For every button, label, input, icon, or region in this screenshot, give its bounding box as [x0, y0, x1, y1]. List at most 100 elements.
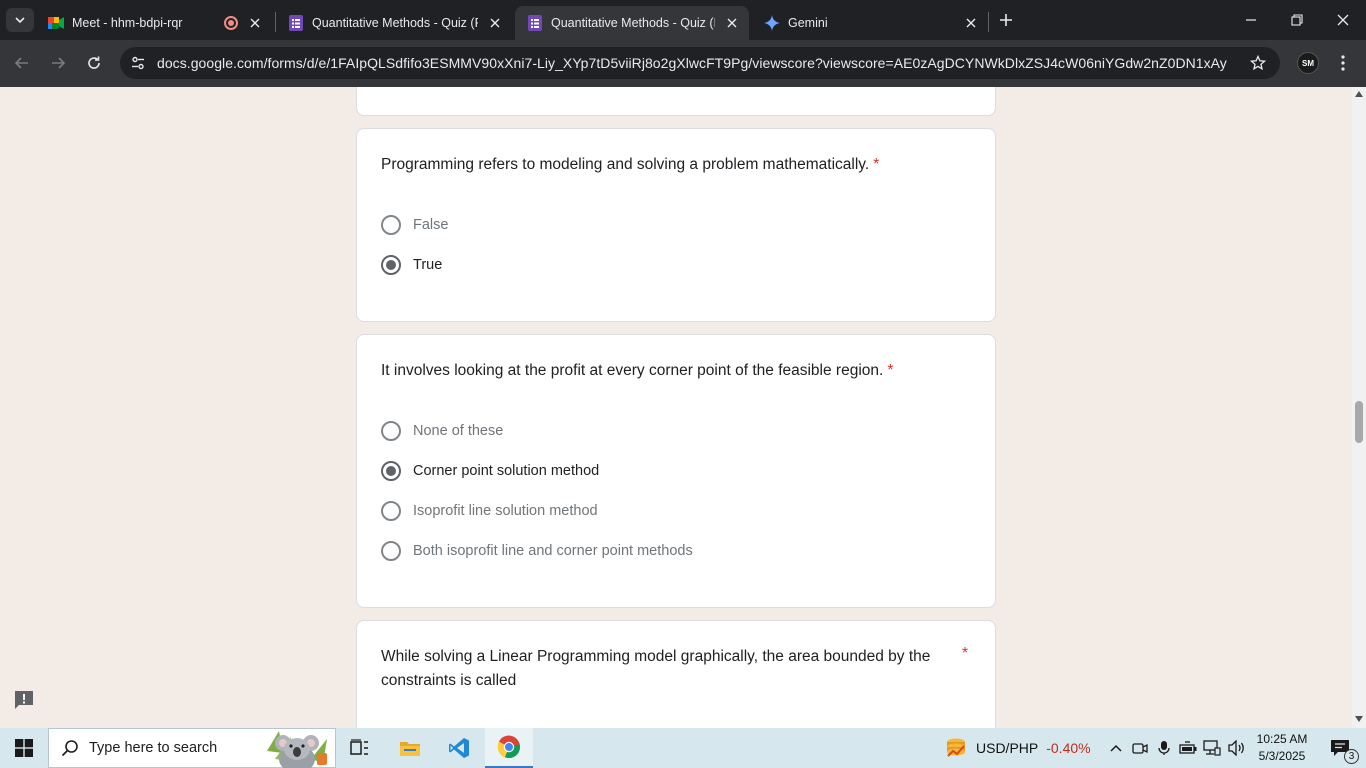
show-hidden-icons-button[interactable] [1106, 728, 1126, 768]
feedback-icon [15, 691, 33, 709]
tab-title: Gemini [788, 16, 828, 30]
tab-gemini[interactable]: Gemini [752, 6, 988, 40]
scroll-up-arrow-icon[interactable] [1355, 91, 1363, 97]
site-info-icon[interactable] [124, 49, 152, 77]
windows-taskbar: Type here to search USD/PHP -0.40% 10:25… [0, 728, 1366, 768]
camera-icon [1132, 743, 1148, 754]
radio-option[interactable]: Both isoprofit line and corner point met… [381, 539, 693, 563]
question-card: Programming refers to modeling and solvi… [356, 128, 996, 322]
close-icon[interactable] [246, 14, 264, 32]
option-label: False [413, 217, 449, 233]
taskbar-search-box[interactable]: Type here to search [48, 728, 336, 768]
chart-coins-icon [947, 738, 965, 757]
new-tab-button[interactable] [994, 8, 1018, 32]
tab-meet[interactable]: Meet - hhm-bdpi-rqr [36, 6, 272, 40]
clock-date: 5/3/2025 [1258, 749, 1306, 763]
browser-toolbar: docs.google.com/forms/d/e/1FAIpQLSdfifo3… [0, 40, 1366, 87]
battery-button[interactable] [1178, 728, 1198, 768]
recording-icon [224, 16, 238, 30]
radio-button[interactable] [381, 421, 401, 441]
stock-ticker-widget[interactable]: USD/PHP -0.40% [944, 728, 1091, 768]
question-card-previous [356, 87, 996, 116]
question-title: It involves looking at the profit at eve… [381, 362, 894, 379]
microphone-button[interactable] [1154, 728, 1174, 768]
minimize-button[interactable] [1228, 0, 1274, 40]
scrollbar-thumb[interactable] [1355, 401, 1363, 443]
radio-option[interactable]: Corner point solution method [381, 459, 599, 483]
tab-title: Meet - hhm-bdpi-rqr [72, 16, 183, 30]
tab-title: Quantitative Methods - Quiz (F [312, 16, 478, 30]
meet-now-button[interactable] [1130, 728, 1150, 768]
radio-button[interactable] [381, 501, 401, 521]
forward-button[interactable] [43, 48, 73, 78]
close-icon [1337, 14, 1349, 26]
more-vertical-icon [1341, 55, 1345, 71]
question-title: While solving a Linear Programming model… [381, 645, 951, 693]
option-label: True [413, 257, 443, 273]
google-forms-icon [527, 15, 543, 31]
start-button[interactable] [0, 728, 48, 768]
google-meet-icon [48, 15, 64, 31]
notification-count-badge: 3 [1344, 749, 1359, 764]
plus-icon [1000, 14, 1012, 26]
page-scrollbar[interactable] [1352, 87, 1366, 728]
tab-quiz-2-active[interactable]: Quantitative Methods - Quiz (F [515, 6, 749, 40]
search-icon [61, 740, 78, 757]
question-title: Programming refers to modeling and solvi… [381, 156, 880, 173]
profile-avatar[interactable]: SM [1297, 52, 1319, 74]
arrow-right-icon [52, 57, 66, 69]
radio-button-checked[interactable] [381, 255, 401, 275]
radio-button[interactable] [381, 215, 401, 235]
close-icon[interactable] [723, 14, 741, 32]
close-icon[interactable] [486, 14, 504, 32]
reload-button[interactable] [79, 48, 109, 78]
network-icon [1203, 740, 1221, 756]
chrome-taskbar-button[interactable] [485, 728, 533, 768]
radio-option[interactable]: Isoprofit line solution method [381, 499, 598, 523]
required-asterisk: * [873, 156, 880, 173]
ticker-change: -0.40% [1046, 740, 1091, 756]
tab-quiz-1[interactable]: Quantitative Methods - Quiz (F [276, 6, 512, 40]
system-clock[interactable]: 10:25 AM 5/3/2025 [1250, 731, 1314, 765]
radio-option[interactable]: None of these [381, 419, 503, 443]
address-bar[interactable]: docs.google.com/forms/d/e/1FAIpQLSdfifo3… [120, 47, 1280, 79]
vscode-icon [449, 738, 469, 758]
tab-title: Quantitative Methods - Quiz (F [551, 16, 715, 30]
radio-option[interactable]: True [381, 253, 442, 277]
scroll-down-arrow-icon[interactable] [1355, 716, 1363, 722]
restore-icon [1291, 14, 1303, 26]
question-card: It involves looking at the profit at eve… [356, 334, 996, 608]
tab-search-button[interactable] [6, 8, 34, 32]
close-window-button[interactable] [1320, 0, 1366, 40]
chevron-down-icon [15, 17, 25, 24]
browser-menu-button[interactable] [1333, 50, 1353, 76]
task-view-button[interactable] [336, 728, 384, 768]
vscode-button[interactable] [435, 728, 483, 768]
volume-button[interactable] [1226, 728, 1248, 768]
option-label: None of these [413, 423, 504, 439]
file-explorer-button[interactable] [386, 728, 434, 768]
search-placeholder: Type here to search [89, 740, 218, 756]
ticker-pair: USD/PHP [976, 740, 1039, 756]
radio-button-checked[interactable] [381, 461, 401, 481]
close-icon[interactable] [962, 14, 980, 32]
restore-button[interactable] [1274, 0, 1320, 40]
required-asterisk: * [887, 362, 894, 379]
reload-icon [88, 56, 100, 69]
back-button[interactable] [7, 48, 37, 78]
question-card: While solving a Linear Programming model… [356, 620, 996, 728]
notification-center-button[interactable]: 3 [1320, 728, 1360, 768]
network-button[interactable] [1202, 728, 1222, 768]
option-label: Both isoprofit line and corner point met… [413, 543, 693, 559]
url-text: docs.google.com/forms/d/e/1FAIpQLSdfifo3… [157, 55, 1227, 71]
radio-option[interactable]: False [381, 213, 448, 237]
bookmark-star-icon[interactable] [1248, 53, 1268, 73]
windows-logo-icon [15, 739, 33, 757]
minimize-icon [1246, 19, 1256, 21]
chevron-up-icon [1110, 744, 1122, 752]
radio-button[interactable] [381, 541, 401, 561]
folder-icon [400, 742, 420, 756]
option-label: Corner point solution method [413, 463, 600, 479]
report-feedback-button[interactable] [13, 690, 35, 710]
gemini-icon [764, 15, 780, 31]
